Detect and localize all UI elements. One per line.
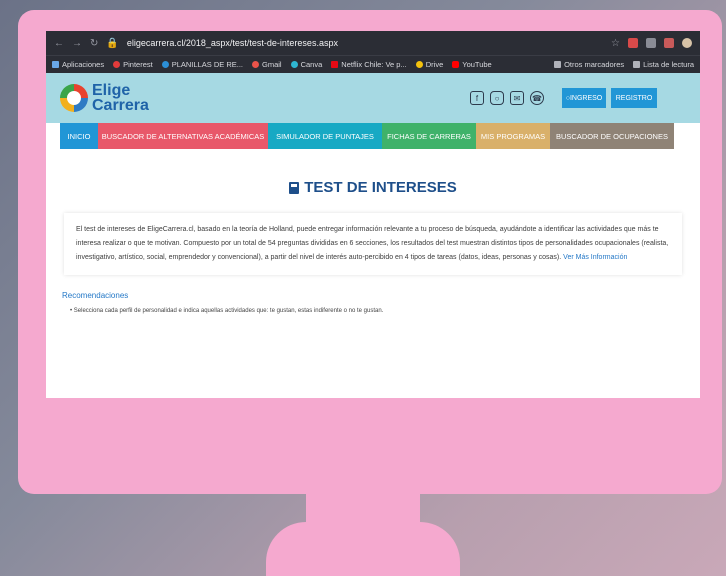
bookmark-apps[interactable]: Aplicaciones	[52, 60, 104, 69]
back-icon[interactable]: ←	[54, 38, 64, 49]
site-logo[interactable]: Elige Carrera	[60, 83, 149, 114]
more-info-link[interactable]: Ver Más Información	[563, 254, 627, 261]
menu-item-fichas-carreras[interactable]: FICHAS DE CARRERAS	[382, 123, 476, 149]
canva-icon	[290, 61, 298, 68]
bookmark-reading-list[interactable]: Lista de lectura	[633, 60, 694, 69]
forward-icon[interactable]: →	[72, 38, 82, 49]
whatsapp-icon[interactable]: ☎	[530, 91, 544, 105]
menu-item-inicio[interactable]: INICIO	[60, 123, 98, 149]
extension-icon[interactable]	[664, 38, 674, 48]
extension-icon[interactable]	[628, 38, 638, 48]
youtube-icon	[452, 61, 460, 68]
menu-item-buscador-alternativas[interactable]: BUSCADOR DE ALTERNATIVAS ACADÉMICAS	[98, 123, 268, 149]
intro-box: El test de intereses de EligeCarrera.cl,…	[64, 213, 682, 275]
site-header: Elige Carrera f ○ ✉ ☎ ○ INGRESO REGISTRO	[46, 73, 700, 123]
star-icon[interactable]: ☆	[611, 38, 620, 49]
reading-list-icon	[633, 61, 641, 68]
monitor-stand-base	[266, 522, 460, 576]
calculator-icon	[289, 181, 300, 194]
bookmark-youtube[interactable]: YouTube	[452, 60, 492, 69]
main-menu: INICIO BUSCADOR DE ALTERNATIVAS ACADÉMIC…	[60, 123, 700, 149]
register-button[interactable]: REGISTRO	[611, 88, 657, 108]
lock-icon: 🔒	[106, 37, 119, 49]
folder-icon	[554, 61, 562, 68]
login-button[interactable]: ○ INGRESO	[562, 88, 606, 108]
apps-grid-icon	[52, 61, 59, 68]
list-item: Selecciona cada perfil de personalidad e…	[70, 308, 700, 314]
bookmark-other[interactable]: Otros marcadores	[554, 60, 624, 69]
instagram-icon[interactable]: ○	[490, 91, 504, 105]
recommendations-list: Selecciona cada perfil de personalidad e…	[70, 308, 700, 314]
pinterest-icon	[113, 61, 121, 68]
menu-item-buscador-ocupaciones[interactable]: BUSCADOR DE OCUPACIONES	[550, 123, 674, 149]
address-bar[interactable]: eligecarrera.cl/2018_aspx/test/test-de-i…	[127, 38, 338, 48]
avatar[interactable]	[682, 38, 692, 48]
gmail-icon	[252, 61, 259, 68]
logo-mark-icon	[60, 84, 88, 112]
netflix-icon	[331, 61, 339, 68]
recommendations-title: Recomendaciones	[62, 291, 129, 300]
monitor-screen: ← → ↻ 🔒 eligecarrera.cl/2018_aspx/test/t…	[46, 31, 700, 398]
bookmark-drive[interactable]: Drive	[415, 60, 443, 69]
facebook-icon[interactable]: f	[470, 91, 484, 105]
bookmark-planillas[interactable]: PLANILLAS DE RE...	[161, 60, 243, 69]
reload-icon[interactable]: ↻	[90, 38, 98, 49]
mail-icon[interactable]: ✉	[510, 91, 524, 105]
social-links: f ○ ✉ ☎	[470, 91, 544, 105]
bookmark-netflix[interactable]: Netflix Chile: Ve p...	[331, 60, 407, 69]
extension-icon[interactable]	[646, 38, 656, 48]
bookmarks-bar: Aplicaciones Pinterest PLANILLAS DE RE..…	[46, 55, 700, 73]
menu-item-mis-programas[interactable]: MIS PROGRAMAS	[476, 123, 550, 149]
bookmark-canva[interactable]: Canva	[290, 60, 322, 69]
browser-toolbar: ← → ↻ 🔒 eligecarrera.cl/2018_aspx/test/t…	[46, 31, 700, 55]
drive-icon	[415, 61, 423, 68]
cloud-icon	[161, 61, 169, 68]
bookmark-gmail[interactable]: Gmail	[252, 60, 282, 69]
page-title: TEST DE INTERESES	[46, 179, 700, 196]
menu-item-simulador-puntajes[interactable]: SIMULADOR DE PUNTAJES	[268, 123, 382, 149]
monitor-stand-neck	[306, 492, 420, 526]
bookmark-pinterest[interactable]: Pinterest	[113, 60, 153, 69]
